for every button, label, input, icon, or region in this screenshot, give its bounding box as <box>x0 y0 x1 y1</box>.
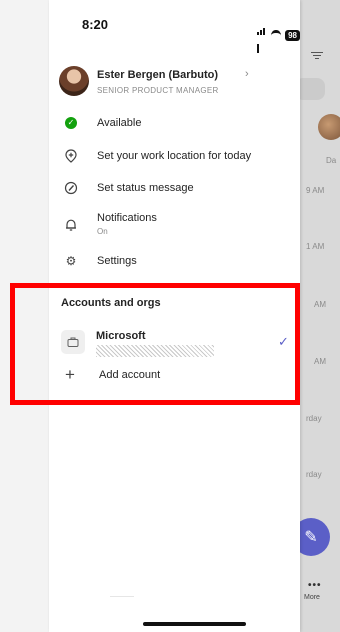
check-circle-icon: ✓ <box>65 117 77 129</box>
background-time: rday <box>306 470 322 479</box>
home-indicator[interactable] <box>143 622 246 626</box>
menu-item-work-location[interactable]: Set your work location for today <box>59 145 294 169</box>
divider <box>110 596 134 597</box>
background-app-panel: Da 9 AM 1 AM AM AM rday rday ✎ ••• More <box>292 0 340 632</box>
gear-icon: ⚙ <box>65 254 77 268</box>
menu-item-notifications[interactable]: Notifications On <box>59 209 294 239</box>
battery-icon: 98 <box>285 29 300 41</box>
menu-item-settings[interactable]: ⚙ Settings <box>59 250 294 274</box>
profile-name: Ester Bergen (Barbuto) <box>97 69 219 81</box>
location-plus-icon <box>64 149 78 163</box>
background-avatar-label: Da <box>326 156 337 165</box>
pencil-status-icon <box>64 181 78 195</box>
chevron-right-icon: › <box>245 68 249 80</box>
menu-label: Set status message <box>97 182 194 194</box>
background-time: rday <box>306 414 322 423</box>
more-icon[interactable]: ••• <box>308 580 322 591</box>
menu-label: Settings <box>97 255 137 267</box>
background-time: 9 AM <box>306 186 325 195</box>
menu-label: Set your work location for today <box>97 150 252 162</box>
highlight-box <box>10 283 300 405</box>
background-avatar <box>318 114 340 140</box>
filter-icon <box>311 50 323 60</box>
avatar <box>59 66 89 96</box>
background-time: AM <box>314 357 326 366</box>
menu-label: Available <box>97 117 142 129</box>
signal-icon <box>257 17 267 53</box>
more-label: More <box>304 594 320 601</box>
notifications-state: On <box>97 227 108 236</box>
menu-label: Notifications <box>97 212 157 224</box>
menu-item-status-message[interactable]: Set status message <box>59 177 294 201</box>
profile-title: SENIOR PRODUCT MANAGER <box>97 86 219 95</box>
profile-header[interactable]: Ester Bergen (Barbuto) › SENIOR PRODUCT … <box>59 66 294 100</box>
menu-item-available[interactable]: ✓ Available <box>59 112 294 136</box>
background-time: 1 AM <box>306 242 325 251</box>
status-icons: 98 <box>257 17 300 53</box>
wifi-icon <box>271 29 282 41</box>
bell-icon <box>64 218 78 232</box>
status-time: 8:20 <box>82 17 109 32</box>
background-time: AM <box>314 300 326 309</box>
